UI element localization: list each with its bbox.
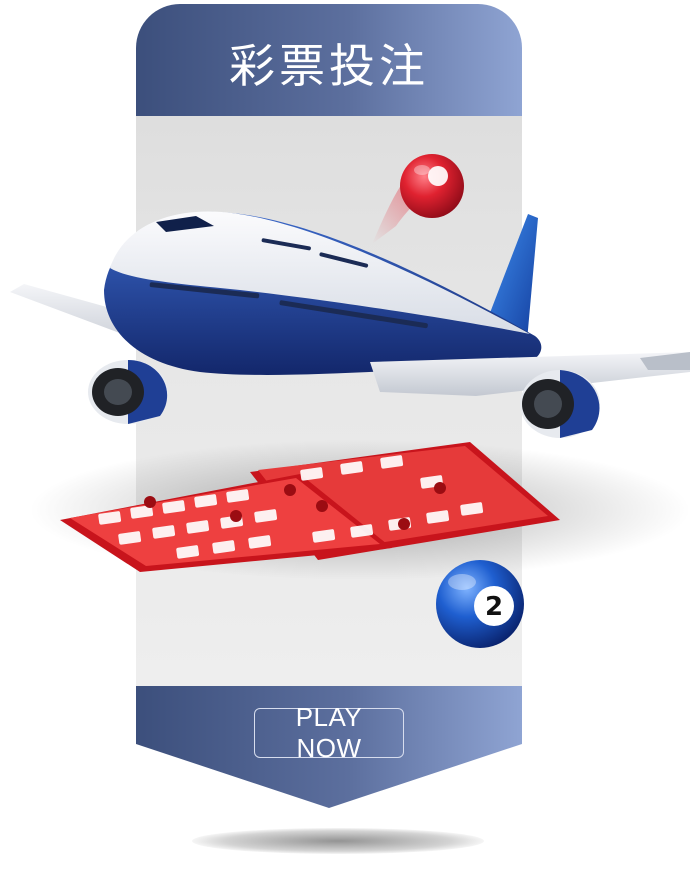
engine-right [520, 370, 600, 438]
play-now-button[interactable]: PLAY NOW [254, 702, 404, 763]
lottery-promo-stage: 彩票投注 PLAY NOW 2 [0, 0, 700, 870]
card-title: 彩票投注 [229, 39, 429, 93]
floor-shadow [192, 828, 484, 854]
card-body [136, 116, 522, 686]
card-header: 彩票投注 [136, 4, 522, 116]
